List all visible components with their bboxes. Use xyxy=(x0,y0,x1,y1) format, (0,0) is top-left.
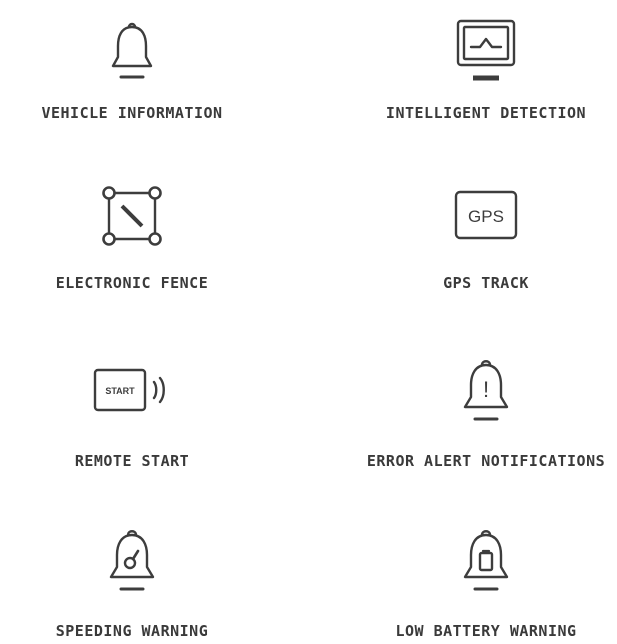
bell-icon xyxy=(0,8,282,88)
start-icon-text: START xyxy=(105,386,135,396)
gps-icon: GPS xyxy=(336,176,617,256)
speed-bell-icon xyxy=(0,518,282,598)
feature-label: LOW BATTERY WARNING xyxy=(395,622,577,640)
remote-start-icon: START xyxy=(0,348,282,428)
feature-label: VEHICLE INFORMATION xyxy=(41,104,223,122)
feature-label: GPS TRACK xyxy=(443,274,529,292)
feature-label: INTELLIGENT DETECTION xyxy=(385,104,587,122)
monitor-waveform-icon xyxy=(336,8,617,88)
alert-bell-icon: ! xyxy=(336,348,617,428)
feature-label: ERROR ALERT NOTIFICATIONS xyxy=(366,452,606,470)
fence-area-icon xyxy=(0,176,282,256)
battery-bell-icon xyxy=(336,518,617,598)
feature-label: ELECTRONIC FENCE xyxy=(55,274,209,292)
exclamation-icon: ! xyxy=(483,377,489,402)
gps-icon-text: GPS xyxy=(468,207,504,226)
feature-label: REMOTE START xyxy=(74,452,190,470)
feature-label: SPEEDING WARNING xyxy=(55,622,209,640)
feature-grid: VEHICLE INFORMATION INTELLIGENT DETECTIO… xyxy=(0,0,617,644)
